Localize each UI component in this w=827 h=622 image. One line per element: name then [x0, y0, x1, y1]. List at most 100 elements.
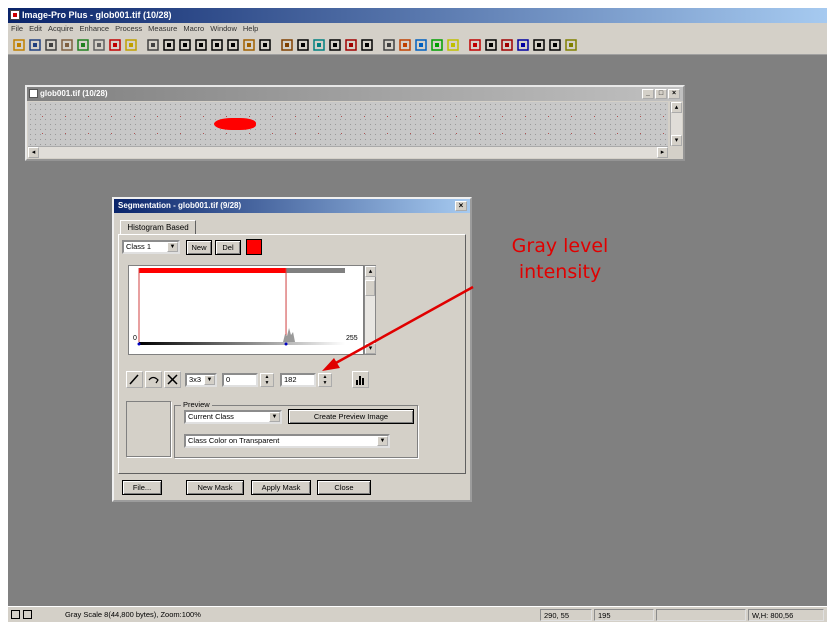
- open-icon[interactable]: [12, 38, 26, 52]
- image-icon[interactable]: [532, 38, 546, 52]
- line-profile-icon[interactable]: [312, 38, 326, 52]
- chevron-down-icon[interactable]: ▼: [269, 412, 280, 422]
- scroll-up-icon[interactable]: ▴: [365, 266, 376, 277]
- hand-icon[interactable]: [280, 38, 294, 52]
- menu-acquire[interactable]: Acquire: [48, 23, 73, 35]
- bar-icon[interactable]: [414, 38, 428, 52]
- scroll-down-icon[interactable]: ▾: [671, 135, 682, 146]
- menu-measure[interactable]: Measure: [148, 23, 177, 35]
- chevron-down-icon[interactable]: ▼: [204, 375, 215, 385]
- close-dialog-button[interactable]: Close: [317, 480, 371, 495]
- preview-overlay-select[interactable]: Class Color on Transparent ▼: [184, 434, 390, 448]
- grid-icon[interactable]: [44, 38, 58, 52]
- high-threshold-input[interactable]: 182: [280, 373, 316, 387]
- segmentation-title: Segmentation - glob001.tif (9/28): [118, 201, 242, 210]
- macro-icon[interactable]: [548, 38, 562, 52]
- new-class-button[interactable]: New: [186, 240, 212, 255]
- segment-icon[interactable]: [360, 38, 374, 52]
- image-window-title: glob001.tif (10/28): [40, 89, 108, 98]
- color-icon[interactable]: [468, 38, 482, 52]
- menu-file[interactable]: File: [11, 23, 23, 35]
- bitmap-icon[interactable]: [328, 38, 342, 52]
- plot-icon[interactable]: [516, 38, 530, 52]
- tool-icon[interactable]: [344, 38, 358, 52]
- align-icon[interactable]: [484, 38, 498, 52]
- image-vertical-scrollbar[interactable]: ▴ ▾: [670, 102, 682, 146]
- segmentation-dialog: Segmentation - glob001.tif (9/28) × Hist…: [112, 197, 472, 502]
- minimize-button[interactable]: _: [642, 89, 654, 99]
- image-canvas[interactable]: [28, 102, 668, 146]
- chevron-down-icon[interactable]: ▼: [167, 242, 178, 252]
- menu-window[interactable]: Window: [210, 23, 237, 35]
- image-window-title-bar[interactable]: glob001.tif (10/28) _ □ ×: [27, 87, 683, 101]
- freehand-icon[interactable]: [210, 38, 224, 52]
- close-button[interactable]: ×: [668, 89, 680, 99]
- new-aoi-icon[interactable]: [162, 38, 176, 52]
- image-horizontal-scrollbar[interactable]: ◂ ▸: [28, 146, 668, 158]
- image-window[interactable]: glob001.tif (10/28) _ □ × ▴ ▾ ◂ ▸: [25, 85, 685, 161]
- tab-histogram-based[interactable]: Histogram Based: [120, 220, 196, 235]
- pen-icon[interactable]: [242, 38, 256, 52]
- rect-icon[interactable]: [178, 38, 192, 52]
- scroll-right-icon[interactable]: ▸: [657, 147, 668, 158]
- chart-icon[interactable]: [500, 38, 514, 52]
- save-icon[interactable]: [28, 38, 42, 52]
- preview-thumbnail: [126, 401, 171, 457]
- zoom-icon[interactable]: [258, 38, 272, 52]
- count-icon[interactable]: [398, 38, 412, 52]
- apply-mask-button[interactable]: Apply Mask: [251, 480, 311, 495]
- create-preview-button[interactable]: Create Preview Image: [288, 409, 414, 424]
- link-icon[interactable]: [446, 38, 460, 52]
- application-window: Image-Pro Plus - glob001.tif (10/28) Fil…: [8, 8, 827, 622]
- class-select[interactable]: Class 1 ▼: [122, 240, 180, 254]
- menu-process[interactable]: Process: [115, 23, 142, 35]
- clear-tool-button[interactable]: [164, 371, 181, 388]
- dialog-close-icon[interactable]: ×: [455, 201, 467, 211]
- undo-tool-button[interactable]: [145, 371, 162, 388]
- histogram-peak: [283, 328, 296, 342]
- scroll-down-icon[interactable]: ▾: [365, 343, 376, 354]
- scroll-up-icon[interactable]: ▴: [671, 102, 682, 113]
- histogram-scrollbar[interactable]: ▴ ▾: [364, 265, 376, 355]
- gray-scale-bar: [139, 342, 345, 345]
- preview-legend: Preview: [181, 400, 212, 409]
- kernel-size-select[interactable]: 3x3 ▼: [185, 373, 217, 387]
- grid2-icon[interactable]: [382, 38, 396, 52]
- high-threshold-spinner[interactable]: ▲ ▼: [318, 373, 332, 387]
- menu-macro[interactable]: Macro: [183, 23, 204, 35]
- file-button[interactable]: File...: [122, 480, 162, 495]
- histogram-icon[interactable]: [296, 38, 310, 52]
- kernel-size-value: 3x3: [189, 375, 202, 384]
- undo-icon[interactable]: [146, 38, 160, 52]
- low-threshold-spinner[interactable]: ▲ ▼: [260, 373, 274, 387]
- maximize-button[interactable]: □: [655, 89, 667, 99]
- menu-help[interactable]: Help: [243, 23, 258, 35]
- preview-mode-value: Current Class: [188, 412, 234, 421]
- list-icon[interactable]: [430, 38, 444, 52]
- scroll-thumb[interactable]: [365, 280, 375, 296]
- chevron-down-icon[interactable]: ▼: [377, 436, 388, 446]
- preview-mode-select[interactable]: Current Class ▼: [184, 410, 282, 424]
- class-color-swatch[interactable]: [246, 239, 262, 255]
- ellipse-icon[interactable]: [194, 38, 208, 52]
- auto-threshold-button[interactable]: [352, 371, 369, 388]
- scroll-left-icon[interactable]: ◂: [28, 147, 39, 158]
- shapes-icon[interactable]: [76, 38, 90, 52]
- extra-icon[interactable]: [564, 38, 578, 52]
- segmentation-title-bar[interactable]: Segmentation - glob001.tif (9/28) ×: [114, 199, 470, 213]
- pen-tool-button[interactable]: [126, 371, 143, 388]
- histogram-plot[interactable]: 0 255: [128, 265, 364, 355]
- preview-overlay-value: Class Color on Transparent: [188, 436, 280, 445]
- delete-class-button[interactable]: Del: [215, 240, 241, 255]
- polygon-icon[interactable]: [226, 38, 240, 52]
- status-bar: Gray Scale 8(44,800 bytes), Zoom:100% 29…: [8, 606, 827, 622]
- new-mask-button[interactable]: New Mask: [186, 480, 244, 495]
- mail-icon[interactable]: [124, 38, 138, 52]
- low-threshold-input[interactable]: 0: [222, 373, 258, 387]
- book-icon[interactable]: [108, 38, 122, 52]
- menu-enhance[interactable]: Enhance: [79, 23, 109, 35]
- acquire-icon[interactable]: [60, 38, 74, 52]
- menu-edit[interactable]: Edit: [29, 23, 42, 35]
- print-icon[interactable]: [92, 38, 106, 52]
- histogram-graphic[interactable]: 0 255: [129, 266, 365, 356]
